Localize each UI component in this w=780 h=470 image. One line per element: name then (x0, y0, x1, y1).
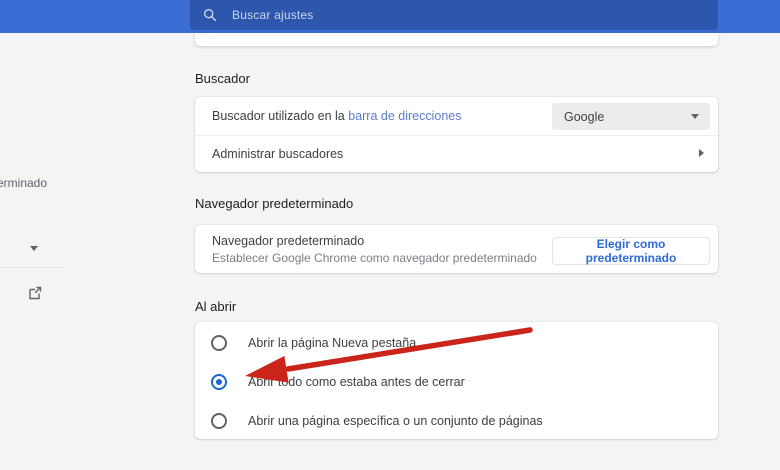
startup-option-label: Abrir la página Nueva pestaña (248, 335, 417, 350)
section-title-search-engine: Buscador (195, 71, 250, 86)
radio-button[interactable] (211, 334, 227, 351)
search-engine-card: Buscador utilizado en la barra de direcc… (195, 97, 718, 172)
chevron-right-icon (699, 149, 704, 157)
section-title-on-startup: Al abrir (195, 299, 237, 314)
dropdown-caret-icon (691, 114, 699, 119)
section-title-default-browser: Navegador predeterminado (195, 196, 354, 211)
manage-search-engines-row[interactable]: Administrar buscadores (195, 136, 718, 172)
search-engine-row-text: Buscador utilizado en la barra de direcc… (212, 109, 462, 123)
address-bar-link[interactable]: barra de direcciones (348, 109, 461, 123)
search-engine-dropdown-value: Google (564, 109, 605, 124)
default-browser-subtitle: Establecer Google Chrome como navegador … (212, 251, 537, 265)
startup-option-continue[interactable]: Abrir todo como estaba antes de cerrar (195, 362, 718, 401)
settings-search-input[interactable]: Buscar ajustes (190, 0, 718, 30)
startup-option-new-tab[interactable]: Abrir la página Nueva pestaña (195, 323, 718, 362)
on-startup-card: Abrir la página Nueva pestaña Abrir todo… (195, 322, 718, 439)
startup-option-label: Abrir una página específica o un conjunt… (248, 413, 543, 428)
startup-option-label: Abrir todo como estaba antes de cerrar (248, 374, 465, 389)
search-icon (203, 8, 217, 22)
startup-option-specific-pages[interactable]: Abrir una página específica o un conjunt… (195, 401, 718, 440)
chevron-down-icon[interactable] (30, 246, 38, 251)
settings-header-bar: Buscar ajustes (0, 0, 780, 33)
radio-button[interactable] (211, 412, 227, 429)
open-in-new-icon[interactable] (27, 285, 43, 301)
make-default-button[interactable]: Elegir como predeterminado (552, 237, 710, 265)
sidebar-item-partial-label[interactable]: erminado (0, 176, 47, 190)
search-placeholder-text: Buscar ajustes (232, 8, 314, 22)
sidebar-divider (0, 267, 64, 268)
radio-button[interactable] (211, 373, 227, 390)
previous-card-fragment (195, 33, 718, 46)
default-browser-card: Navegador predeterminado Establecer Goog… (195, 225, 718, 273)
manage-search-engines-label: Administrar buscadores (212, 147, 344, 161)
search-engine-row: Buscador utilizado en la barra de direcc… (195, 97, 718, 135)
default-browser-title: Navegador predeterminado (212, 234, 365, 248)
search-engine-dropdown[interactable]: Google (552, 103, 710, 130)
